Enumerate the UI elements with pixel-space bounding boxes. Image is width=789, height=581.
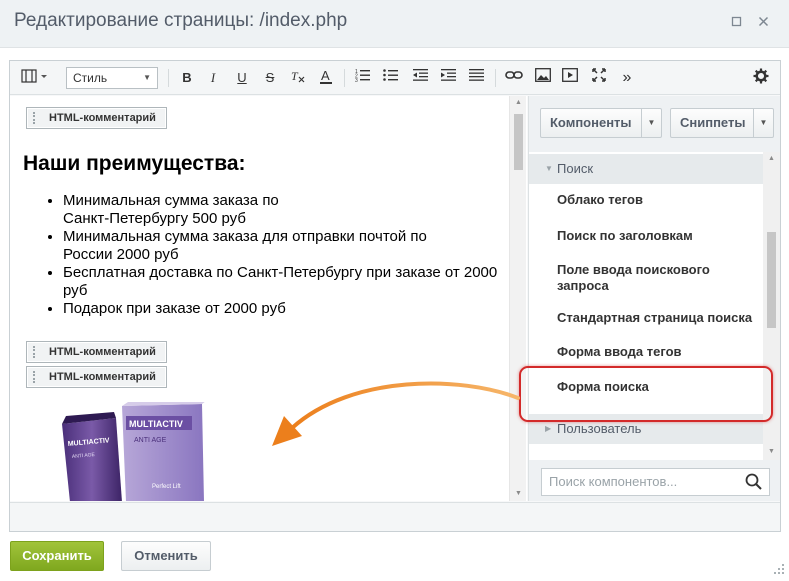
chevron-down-icon[interactable]: ▼ [641, 109, 661, 137]
resize-grip-icon[interactable] [772, 562, 786, 576]
product-image[interactable]: MULTIACTIV ANTI AGE Perfect Lift MULTIAC… [56, 401, 216, 501]
chevron-right-icon: ▶ [545, 424, 552, 433]
component-title-search[interactable]: Поиск по заголовкам [557, 228, 757, 244]
outdent-icon[interactable] [412, 68, 430, 88]
style-dropdown-value: Стиль [73, 71, 108, 85]
list-item: Бесплатная доставка по Санкт-Петербургу … [63, 264, 503, 300]
group-search-label: Поиск [557, 161, 594, 176]
group-user-label: Пользователь [557, 421, 642, 436]
chevron-down-icon: ▼ [143, 73, 151, 82]
html-comment-block[interactable]: HTML-комментарий [26, 341, 167, 363]
bold-icon[interactable]: B [178, 68, 196, 88]
components-button[interactable]: Компоненты ▼ [540, 108, 662, 138]
product-line: ANTI AGE [134, 437, 167, 444]
toolbar-divider [168, 69, 169, 87]
indent-icon[interactable] [440, 68, 458, 88]
list-item: Подарок при заказе от 2000 руб [63, 300, 502, 318]
settings-icon[interactable] [752, 68, 770, 88]
style-dropdown[interactable]: Стиль ▼ [66, 67, 158, 89]
component-search-placeholder: Поиск компонентов... [549, 474, 678, 489]
html-editor: Стиль ▼ B I U S T A 123 » HTML-комментар… [9, 60, 781, 532]
dialog-title: Редактирование страницы: /index.php [14, 10, 348, 31]
list-item-text: Бесплатная доставка по Санкт-Петербургу … [63, 264, 498, 299]
drag-handle-icon[interactable] [33, 371, 37, 383]
scroll-up-icon[interactable]: ▲ [767, 154, 776, 164]
more-icon[interactable]: » [618, 68, 636, 88]
svg-text:A: A [321, 68, 330, 83]
content-scrollbar[interactable]: ▲ ▼ [509, 96, 526, 501]
italic-icon[interactable]: I [204, 68, 222, 88]
list-item: Минимальная сумма заказа по Санкт-Петерб… [63, 192, 293, 228]
toolbar-divider [344, 69, 345, 87]
fullscreen-icon[interactable] [590, 68, 608, 88]
svg-text:T: T [291, 69, 299, 83]
remove-format-icon[interactable]: T [289, 68, 307, 88]
html-comment-label: HTML-комментарий [49, 371, 156, 383]
scroll-down-icon[interactable]: ▼ [514, 489, 523, 499]
component-standard-search-page[interactable]: Стандартная страница поиска [557, 310, 757, 326]
video-icon[interactable] [561, 68, 579, 88]
component-tag-input-form[interactable]: Форма ввода тегов [557, 344, 757, 360]
page-heading: Наши преимущества: [23, 152, 246, 175]
unordered-list-icon[interactable] [382, 68, 400, 88]
toolbar-divider [495, 69, 496, 87]
scroll-up-icon[interactable]: ▲ [514, 98, 523, 108]
html-comment-block[interactable]: HTML-комментарий [26, 366, 167, 388]
svg-text:3: 3 [355, 78, 358, 82]
chevron-down-icon[interactable]: ▼ [753, 109, 773, 137]
underline-icon[interactable]: U [233, 68, 251, 88]
list-item-text: Минимальная сумма заказа по Санкт-Петерб… [63, 192, 279, 227]
justify-icon[interactable] [468, 68, 486, 88]
snippets-button[interactable]: Сниппеты ▼ [670, 108, 774, 138]
sidebar-scrollbar[interactable]: ▲ ▼ [763, 152, 780, 460]
editor-status-bar [10, 502, 780, 531]
list-item-text: Подарок при заказе от 2000 руб [63, 300, 286, 317]
scroll-down-icon[interactable]: ▼ [767, 447, 776, 457]
group-user[interactable]: ▶ Пользователь [529, 414, 763, 444]
search-icon[interactable] [744, 472, 764, 492]
link-icon[interactable] [505, 68, 523, 88]
html-comment-label: HTML-комментарий [49, 346, 156, 358]
snippets-button-label: Сниппеты [680, 115, 746, 130]
image-icon[interactable] [534, 68, 552, 88]
components-button-label: Компоненты [550, 115, 632, 130]
html-comment-label: HTML-комментарий [49, 112, 156, 124]
component-search-input[interactable]: Поле ввода поискового запроса [557, 262, 737, 294]
chevron-down-icon: ▼ [545, 164, 553, 173]
cancel-button[interactable]: Отменить [121, 541, 211, 571]
editor-toolbar: Стиль ▼ B I U S T A 123 » [10, 61, 780, 95]
product-brand: MULTIACTIV [129, 419, 183, 429]
group-search[interactable]: ▼ Поиск [529, 154, 763, 184]
component-search-form[interactable]: Форма поиска [557, 379, 757, 395]
save-button[interactable]: Сохранить [10, 541, 104, 571]
maximize-icon[interactable] [727, 14, 745, 32]
ordered-list-icon[interactable]: 123 [354, 68, 372, 88]
list-item: Минимальная сумма заказа для отправки по… [63, 228, 473, 264]
sidebar-scrollbar-thumb[interactable] [767, 232, 776, 328]
dialog-titlebar[interactable]: Редактирование страницы: /index.php [0, 0, 789, 48]
font-color-icon[interactable]: A [317, 68, 335, 88]
product-sub: Perfect Lift [152, 484, 181, 490]
component-tag-cloud[interactable]: Облако тегов [557, 192, 757, 208]
editor-content-area[interactable]: HTML-комментарий Наши преимущества: Мини… [10, 96, 527, 501]
edit-page-dialog: Редактирование страницы: /index.php Стил… [0, 0, 789, 581]
drag-handle-icon[interactable] [33, 346, 37, 358]
html-comment-block[interactable]: HTML-комментарий [26, 107, 167, 129]
component-search-field[interactable]: Поиск компонентов... [541, 468, 770, 496]
content-scrollbar-thumb[interactable] [514, 114, 523, 170]
advantages-list: Минимальная сумма заказа по Санкт-Петерб… [42, 192, 502, 318]
strikethrough-icon[interactable]: S [261, 68, 279, 88]
close-icon[interactable] [754, 14, 772, 32]
components-tree: ▼ Поиск Облако тегов Поиск по заголовкам… [529, 152, 763, 460]
drag-handle-icon[interactable] [33, 112, 37, 124]
view-mode-icon[interactable] [20, 68, 50, 88]
list-item-text: Минимальная сумма заказа для отправки по… [63, 228, 427, 263]
components-sidebar: Компоненты ▼ Сниппеты ▼ ▼ Поиск Облако т… [528, 96, 780, 501]
